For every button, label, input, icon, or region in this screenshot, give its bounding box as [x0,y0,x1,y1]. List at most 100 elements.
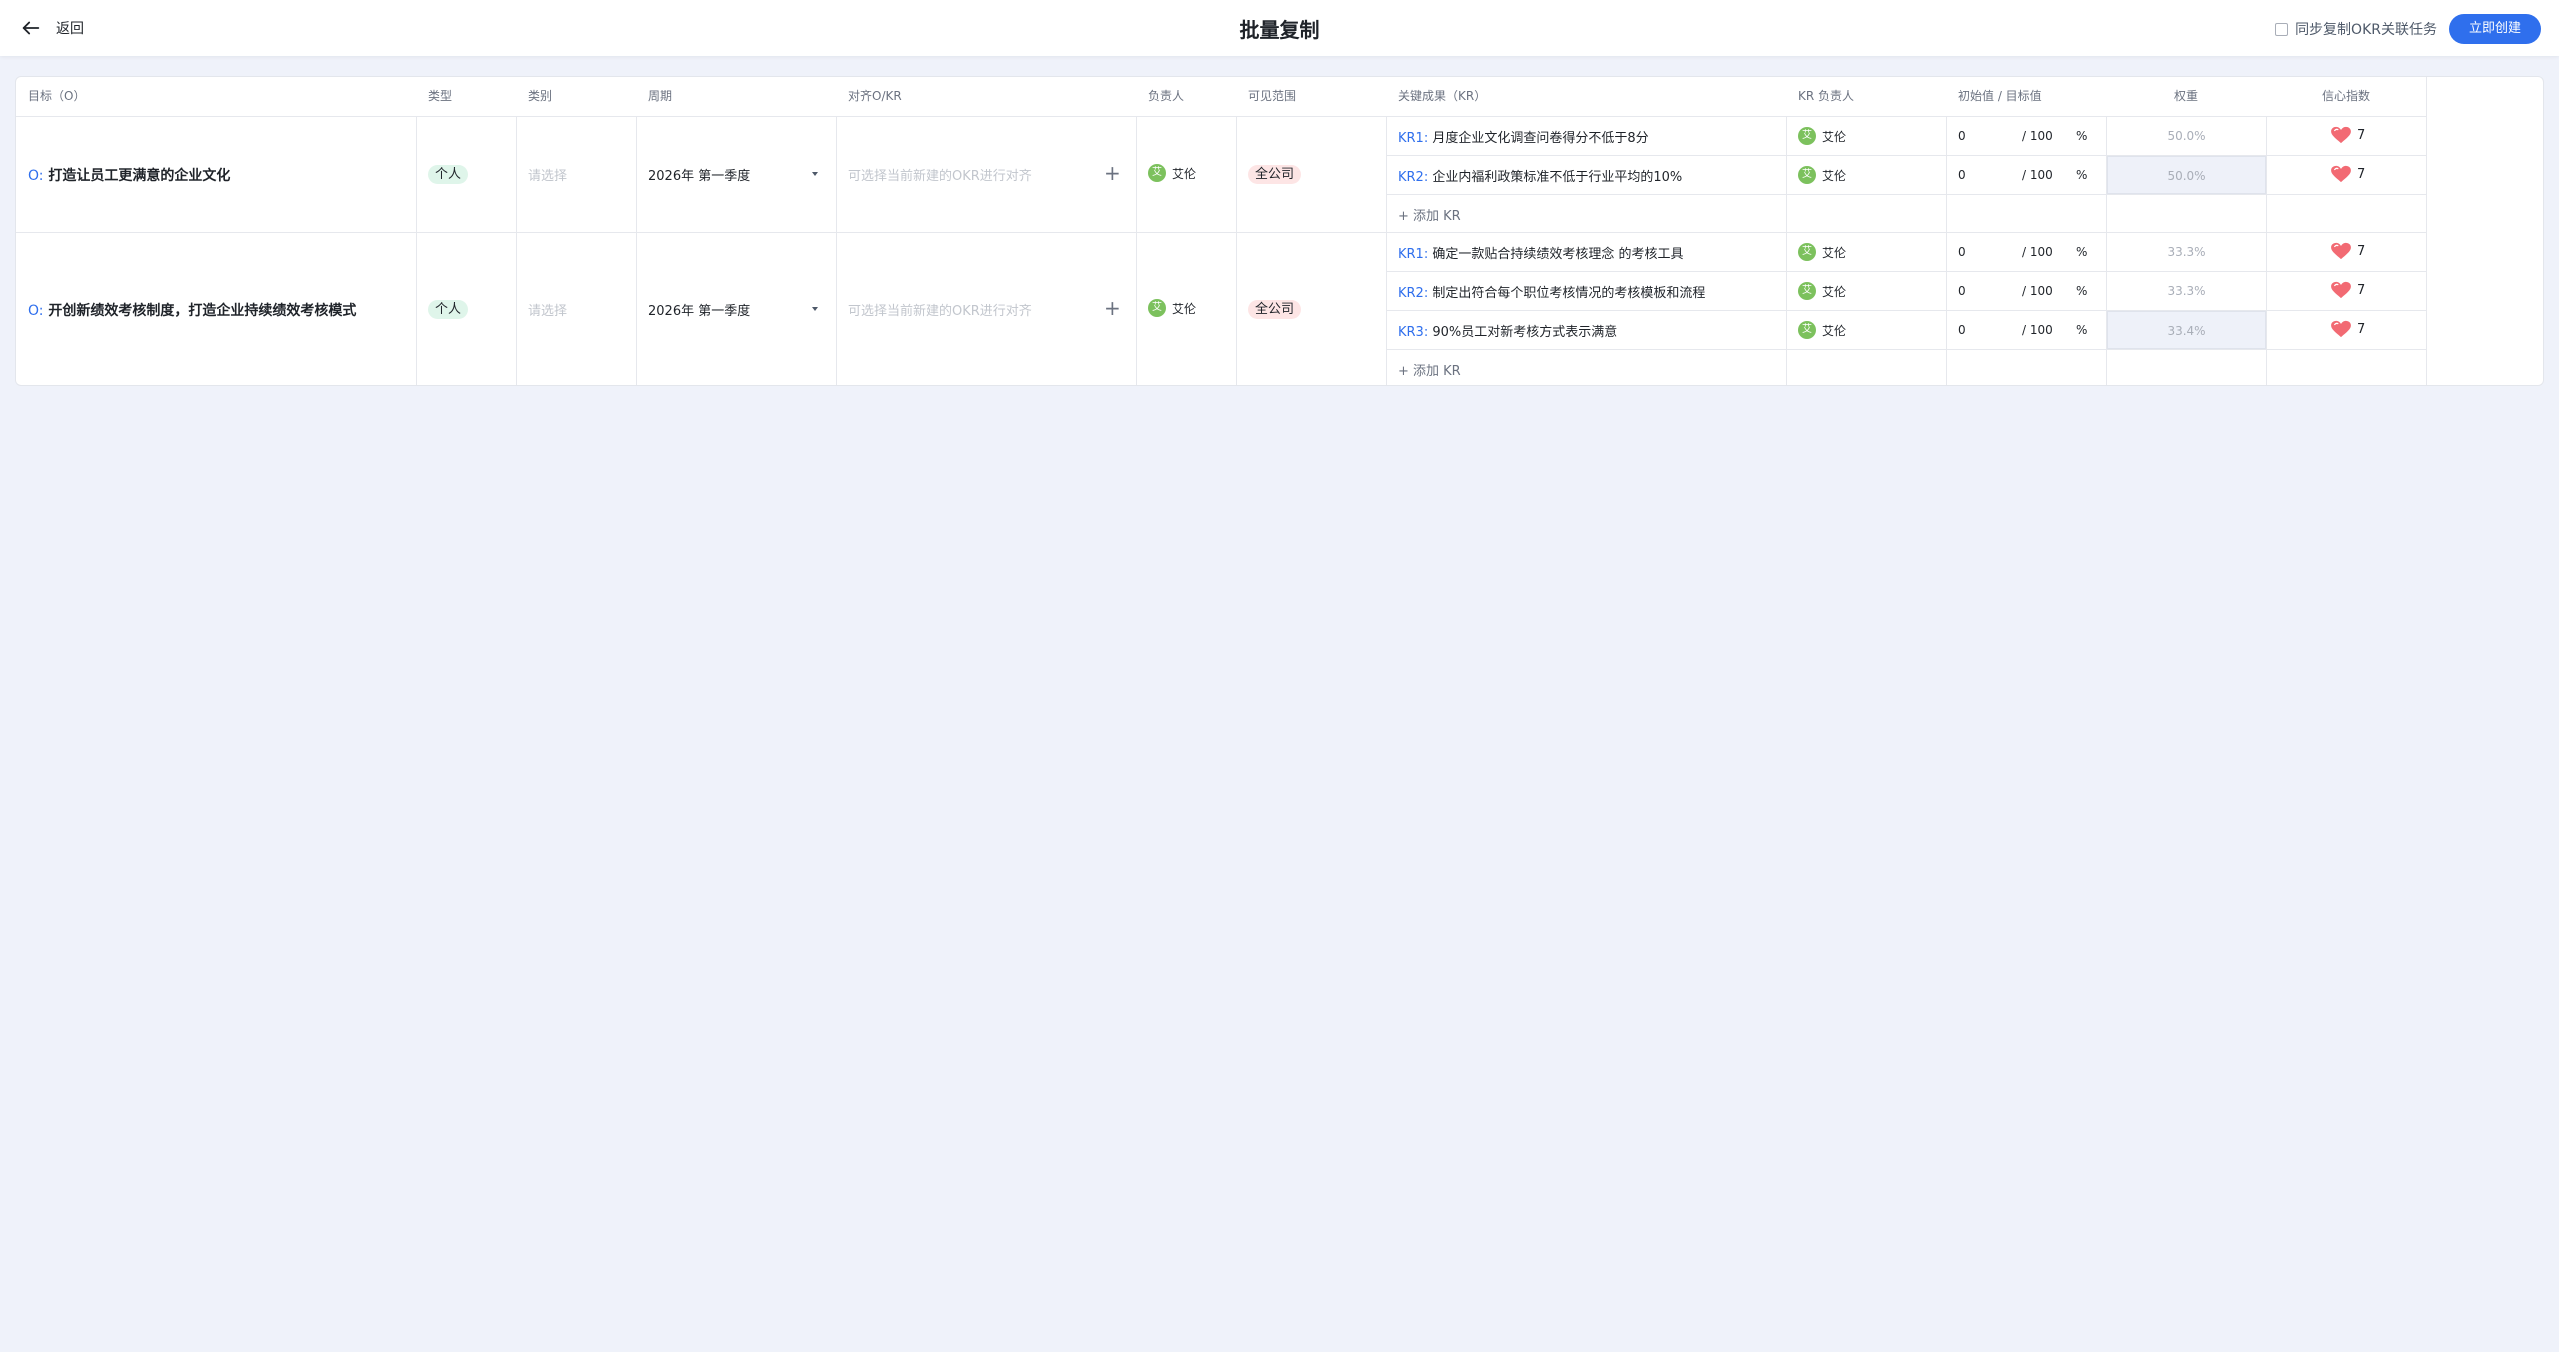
col-header-objective: 目标（O） [28,89,86,103]
col-divider [416,116,417,385]
kr-text: 确定一款贴合持续绩效考核理念 的考核工具 [1432,247,1684,262]
weight-input[interactable]: 33.3% [2107,272,2266,310]
kr-owner-name: 艾伦 [1822,168,1847,183]
kr-item[interactable]: KR1: 确定一款贴合持续绩效考核理念 的考核工具 [1398,243,1684,262]
align-okr-select[interactable]: 可选择当前新建的OKR进行对齐 [848,300,1032,319]
kr-divider [1386,310,2426,311]
category-select[interactable]: 请选择 [528,300,567,319]
target-value-input[interactable]: / 100 [2022,129,2053,143]
kr-owner-cell[interactable]: 艾 艾伦 [1798,166,1846,184]
confidence-value: 7 [2357,321,2366,337]
row-divider [16,232,2426,233]
avatar: 艾 [1798,127,1816,145]
confidence-cell[interactable]: 7 [2330,126,2365,144]
add-kr-button[interactable]: + 添加 KR [1398,360,1461,379]
kr-item[interactable]: KR2: 企业内福利政策标准不低于行业平均的10% [1398,166,1682,185]
unit-label: % [2076,284,2088,298]
period-select[interactable]: 2026年 第一季度 [648,300,750,319]
heart-icon [2331,320,2351,338]
objective-title[interactable]: O: 打造让员工更满意的企业文化 [28,165,230,185]
type-cell[interactable]: 个人 [428,163,469,184]
start-value-input[interactable]: 0 [1958,284,1966,298]
target-value-input[interactable]: / 100 [2022,245,2053,259]
owner-name: 艾伦 [1172,166,1197,181]
start-value-input[interactable]: 0 [1958,129,1966,143]
col-header-kr: 关键成果（KR） [1398,89,1487,103]
objective-text: 打造让员工更满意的企业文化 [48,168,231,184]
kr-prefix: KR1: [1398,131,1429,146]
unit-label: % [2076,129,2088,143]
avatar: 艾 [1798,321,1816,339]
type-cell[interactable]: 个人 [428,298,469,319]
weight-input[interactable]: 33.4% [2107,311,2266,349]
caret-down-icon[interactable] [812,307,818,311]
confidence-value: 7 [2357,166,2366,182]
col-divider [2266,116,2267,385]
plus-icon[interactable]: + [1104,163,1121,183]
sync-label: 同步复制OKR关联任务 [2295,22,2437,38]
caret-down-icon[interactable] [812,172,818,176]
owner-cell[interactable]: 艾 艾伦 [1148,299,1196,317]
kr-owner-name: 艾伦 [1822,129,1847,144]
weight-input[interactable]: 50.0% [2107,117,2266,155]
objective-text: 开创新绩效考核制度，打造企业持续绩效考核模式 [48,303,357,319]
col-divider [1236,116,1237,385]
create-now-button[interactable]: 立即创建 [2449,14,2541,44]
target-value-input[interactable]: / 100 [2022,323,2053,337]
unit-label: % [2076,245,2088,259]
kr-divider [1386,155,2426,156]
col-header-category: 类别 [528,89,553,103]
start-value-input[interactable]: 0 [1958,323,1966,337]
confidence-cell[interactable]: 7 [2330,320,2365,338]
arrow-left-icon [22,21,40,35]
sync-checkbox[interactable] [2275,22,2289,36]
category-select[interactable]: 请选择 [528,165,567,184]
col-header-confidence: 信心指数 [2321,89,2370,103]
heart-icon [2331,165,2351,183]
avatar: 艾 [1798,243,1816,261]
plus-icon[interactable]: + [1104,298,1121,318]
header-divider [16,116,2426,117]
kr-text: 月度企业文化调查问卷得分不低于8分 [1432,131,1649,146]
start-value-input[interactable]: 0 [1958,168,1966,182]
kr-owner-cell[interactable]: 艾 艾伦 [1798,243,1846,261]
kr-owner-name: 艾伦 [1822,284,1847,299]
type-tag: 个人 [428,165,469,184]
weight-input[interactable]: 50.0% [2107,156,2266,194]
start-value-input[interactable]: 0 [1958,245,1966,259]
align-okr-select[interactable]: 可选择当前新建的OKR进行对齐 [848,165,1032,184]
okr-batch-table: 目标（O） 类型 类别 周期 对齐O/KR 负责人 可见范围 关键成果（KR） … [15,76,2544,386]
col-header-type: 类型 [428,89,453,103]
kr-owner-cell[interactable]: 艾 艾伦 [1798,282,1846,300]
col-divider [1386,116,1387,385]
kr-owner-cell[interactable]: 艾 艾伦 [1798,127,1846,145]
kr-owner-cell[interactable]: 艾 艾伦 [1798,321,1846,339]
kr-item[interactable]: KR1: 月度企业文化调查问卷得分不低于8分 [1398,127,1649,146]
owner-cell[interactable]: 艾 艾伦 [1148,164,1196,182]
kr-divider [1386,271,2426,272]
heart-icon [2331,281,2351,299]
target-value-input[interactable]: / 100 [2022,284,2053,298]
period-select[interactable]: 2026年 第一季度 [648,165,750,184]
heart-icon [2331,242,2351,260]
sync-related-tasks-option[interactable]: 同步复制OKR关联任务 [2275,19,2437,39]
kr-item[interactable]: KR3: 90%员工对新考核方式表示满意 [1398,321,1617,340]
visibility-cell[interactable]: 全公司 [1248,163,1302,184]
visibility-tag: 全公司 [1248,300,1302,319]
col-header-period: 周期 [648,89,673,103]
confidence-value: 7 [2357,282,2366,298]
back-button[interactable]: 返回 [20,14,84,42]
kr-item[interactable]: KR2: 制定出符合每个职位考核情况的考核模板和流程 [1398,282,1705,301]
weight-input[interactable]: 33.3% [2107,233,2266,271]
target-value-input[interactable]: / 100 [2022,168,2053,182]
confidence-cell[interactable]: 7 [2330,242,2365,260]
confidence-cell[interactable]: 7 [2330,281,2365,299]
confidence-cell[interactable]: 7 [2330,165,2365,183]
add-kr-button[interactable]: + 添加 KR [1398,205,1461,224]
visibility-cell[interactable]: 全公司 [1248,298,1302,319]
objective-title[interactable]: O: 开创新绩效考核制度，打造企业持续绩效考核模式 [28,300,356,320]
unit-label: % [2076,168,2088,182]
col-divider [836,116,837,385]
kr-prefix: KR1: [1398,247,1429,262]
kr-divider [1386,349,2426,350]
